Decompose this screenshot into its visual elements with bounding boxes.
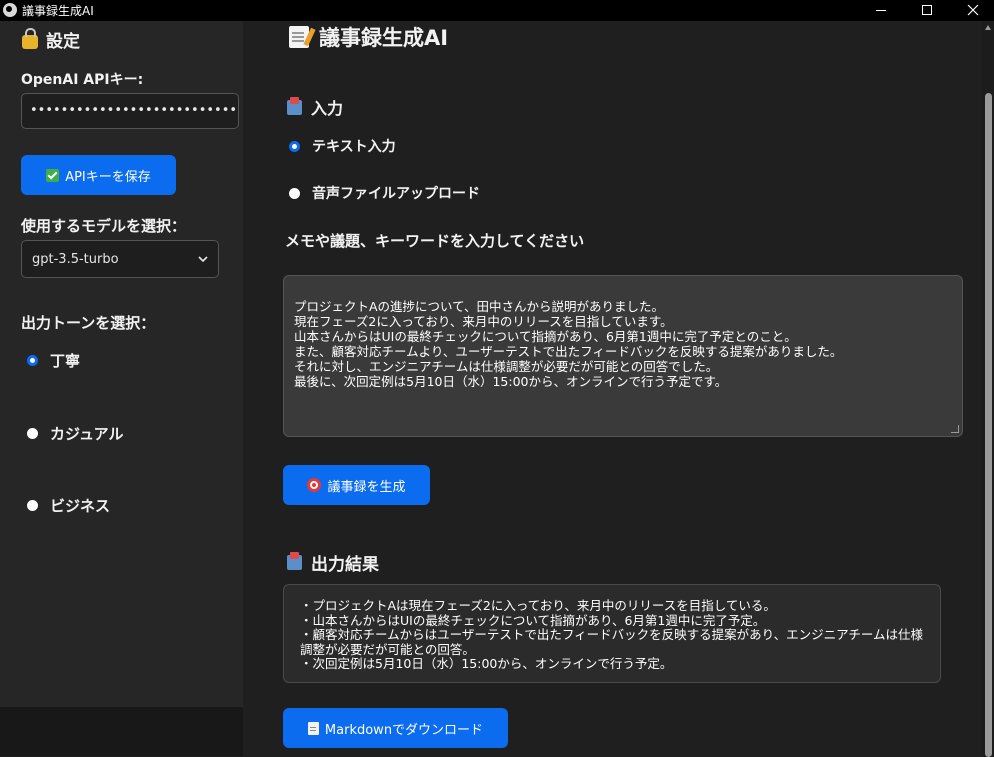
generate-minutes-label: 議事録を生成: [327, 479, 406, 495]
page-title: 議事録生成AI: [289, 22, 448, 52]
api-key-label: OpenAI APIキー:: [21, 72, 144, 88]
tone-option-label: 丁寧: [50, 352, 81, 370]
tone-option-business[interactable]: ビジネス: [27, 495, 110, 516]
main-scrollbar[interactable]: [982, 21, 994, 757]
page-title-label: 議事録生成AI: [319, 26, 449, 50]
app-icon: [3, 3, 17, 17]
model-select[interactable]: gpt-3.5-turbo: [21, 240, 219, 278]
chevron-down-icon: [198, 256, 208, 262]
radio-selected-icon: [27, 355, 38, 366]
input-mode-label: テキスト入力: [312, 139, 396, 155]
download-markdown-button[interactable]: Markdownでダウンロード: [283, 708, 508, 748]
output-result-box: ・プロジェクトAは現在フェーズ2に入っており、来月中のリリースを目指している。 …: [283, 584, 941, 683]
tone-label: 出力トーンを選択：: [21, 314, 156, 332]
output-section-heading: 出力結果: [287, 550, 379, 575]
radio-unselected-icon: [289, 187, 300, 199]
target-icon: [307, 478, 322, 492]
settings-heading: 設定: [22, 27, 80, 52]
generate-minutes-button[interactable]: 議事録を生成: [283, 465, 430, 505]
radio-unselected-icon: [27, 500, 38, 511]
model-selected-value: gpt-3.5-turbo: [32, 251, 119, 267]
settings-heading-label: 設定: [46, 32, 80, 52]
input-mode-audio[interactable]: 音声ファイルアップロード: [289, 183, 480, 203]
download-markdown-label: Markdownでダウンロード: [324, 722, 484, 738]
radio-selected-icon: [289, 140, 300, 152]
document-icon: [307, 721, 319, 735]
scrollbar-thumb[interactable]: [985, 93, 992, 757]
prompt-label: メモや議題、キーワードを入力してください: [285, 232, 585, 250]
tone-option-polite[interactable]: 丁寧: [27, 350, 80, 371]
tone-option-label: ビジネス: [50, 497, 111, 515]
radio-unselected-icon: [27, 428, 38, 439]
save-api-key-button[interactable]: APIキーを保存: [21, 155, 176, 195]
window-title: 議事録生成AI: [22, 4, 94, 18]
lock-icon: [22, 27, 38, 49]
minimize-button[interactable]: [858, 0, 904, 21]
input-mode-label: 音声ファイルアップロード: [312, 186, 480, 202]
close-icon: [967, 4, 979, 16]
api-key-input[interactable]: ••••••••••••••••••••••••••••••••••••••••…: [21, 93, 239, 129]
output-section-label: 出力結果: [311, 555, 379, 575]
save-api-key-label: APIキーを保存: [65, 169, 151, 185]
close-button[interactable]: [950, 0, 994, 21]
window-titlebar: 議事録生成AI: [0, 0, 994, 21]
input-mode-text[interactable]: テキスト入力: [289, 136, 396, 156]
inbox-icon: [287, 96, 302, 115]
outbox-icon: [287, 552, 302, 570]
scroll-up-arrow-icon[interactable]: [985, 25, 991, 30]
tone-option-label: カジュアル: [50, 425, 124, 443]
check-icon: [46, 168, 60, 182]
memo-icon: [289, 26, 309, 48]
resize-handle[interactable]: [951, 425, 959, 433]
input-section-label: 入力: [311, 99, 344, 118]
memo-textarea[interactable]: プロジェクトAの進捗について、田中さんから説明がありました。 現在フェーズ2に入…: [283, 275, 963, 437]
tone-option-casual[interactable]: カジュアル: [27, 423, 124, 444]
input-section-heading: 入力: [287, 95, 343, 119]
maximize-button[interactable]: [904, 0, 950, 21]
memo-text: プロジェクトAの進捗について、田中さんから説明がありました。 現在フェーズ2に入…: [294, 299, 843, 389]
model-label: 使用するモデルを選択：: [21, 217, 187, 235]
sidebar-footer-area: [0, 707, 243, 756]
